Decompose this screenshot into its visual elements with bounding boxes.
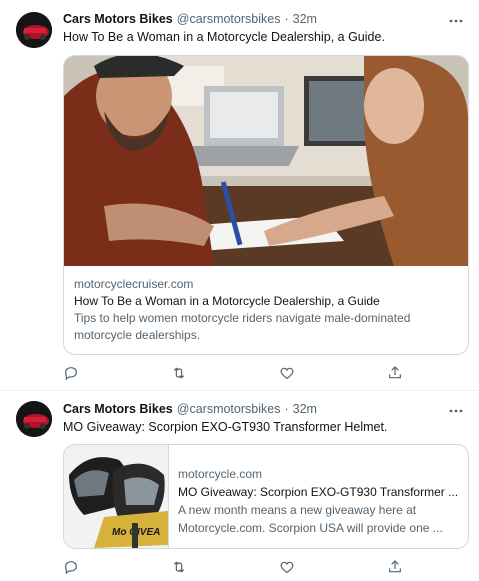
card-image	[64, 56, 468, 266]
tweet[interactable]: Cars Motors Bikes @carsmotorsbikes · 32m…	[0, 0, 479, 391]
like-icon[interactable]	[279, 365, 295, 381]
separator-dot: ·	[284, 402, 289, 416]
card-description-line1: A new month means a new giveaway here at	[178, 503, 417, 517]
tweet-text: How To Be a Woman in a Motorcycle Dealer…	[63, 30, 385, 44]
tweet-text: MO Giveaway: Scorpion EXO-GT930 Transfor…	[63, 420, 388, 434]
card-body: motorcycle.com MO Giveaway: Scorpion EXO…	[178, 465, 460, 537]
avatar[interactable]	[16, 12, 52, 48]
timestamp[interactable]: 32m	[293, 12, 317, 26]
tweet-actions	[63, 559, 403, 575]
card-description-line1: Tips to help women motorcycle riders nav…	[74, 311, 411, 325]
reply-icon[interactable]	[63, 559, 79, 575]
like-icon[interactable]	[279, 559, 295, 575]
share-icon[interactable]	[387, 365, 403, 381]
card-domain: motorcycle.com	[178, 467, 263, 481]
tweet-header: Cars Motors Bikes @carsmotorsbikes · 32m	[63, 400, 317, 418]
reply-icon[interactable]	[63, 365, 79, 381]
card-description-line2: Motorcycle.com. Scorpion USA will provid…	[178, 521, 443, 535]
card-title: How To Be a Woman in a Motorcycle Dealer…	[74, 294, 380, 308]
card-title: MO Giveaway: Scorpion EXO-GT930 Transfor…	[178, 485, 459, 499]
tweet[interactable]: Cars Motors Bikes @carsmotorsbikes · 32m…	[0, 391, 479, 581]
avatar[interactable]	[16, 401, 52, 437]
more-icon[interactable]	[447, 14, 465, 28]
author-handle[interactable]: @carsmotorsbikes	[177, 402, 281, 416]
card-body: motorcyclecruiser.com How To Be a Woman …	[74, 276, 462, 344]
tweet-header: Cars Motors Bikes @carsmotorsbikes · 32m	[63, 10, 317, 28]
card-description-line2: motorcycle dealerships.	[74, 328, 201, 342]
author-name[interactable]: Cars Motors Bikes	[63, 12, 173, 26]
author-handle[interactable]: @carsmotorsbikes	[177, 12, 281, 26]
link-card[interactable]: motorcyclecruiser.com How To Be a Woman …	[63, 55, 469, 355]
link-card[interactable]: Mo GIVEA motorcycle.com MO Giveaway: Sco…	[63, 444, 469, 549]
share-icon[interactable]	[387, 559, 403, 575]
timestamp[interactable]: 32m	[293, 402, 317, 416]
card-image: Mo GIVEA	[64, 445, 169, 548]
author-name[interactable]: Cars Motors Bikes	[63, 402, 173, 416]
more-icon[interactable]	[447, 404, 465, 418]
retweet-icon[interactable]	[171, 559, 187, 575]
card-domain: motorcyclecruiser.com	[74, 277, 194, 291]
tweet-actions	[63, 365, 403, 381]
retweet-icon[interactable]	[171, 365, 187, 381]
separator-dot: ·	[284, 12, 289, 26]
